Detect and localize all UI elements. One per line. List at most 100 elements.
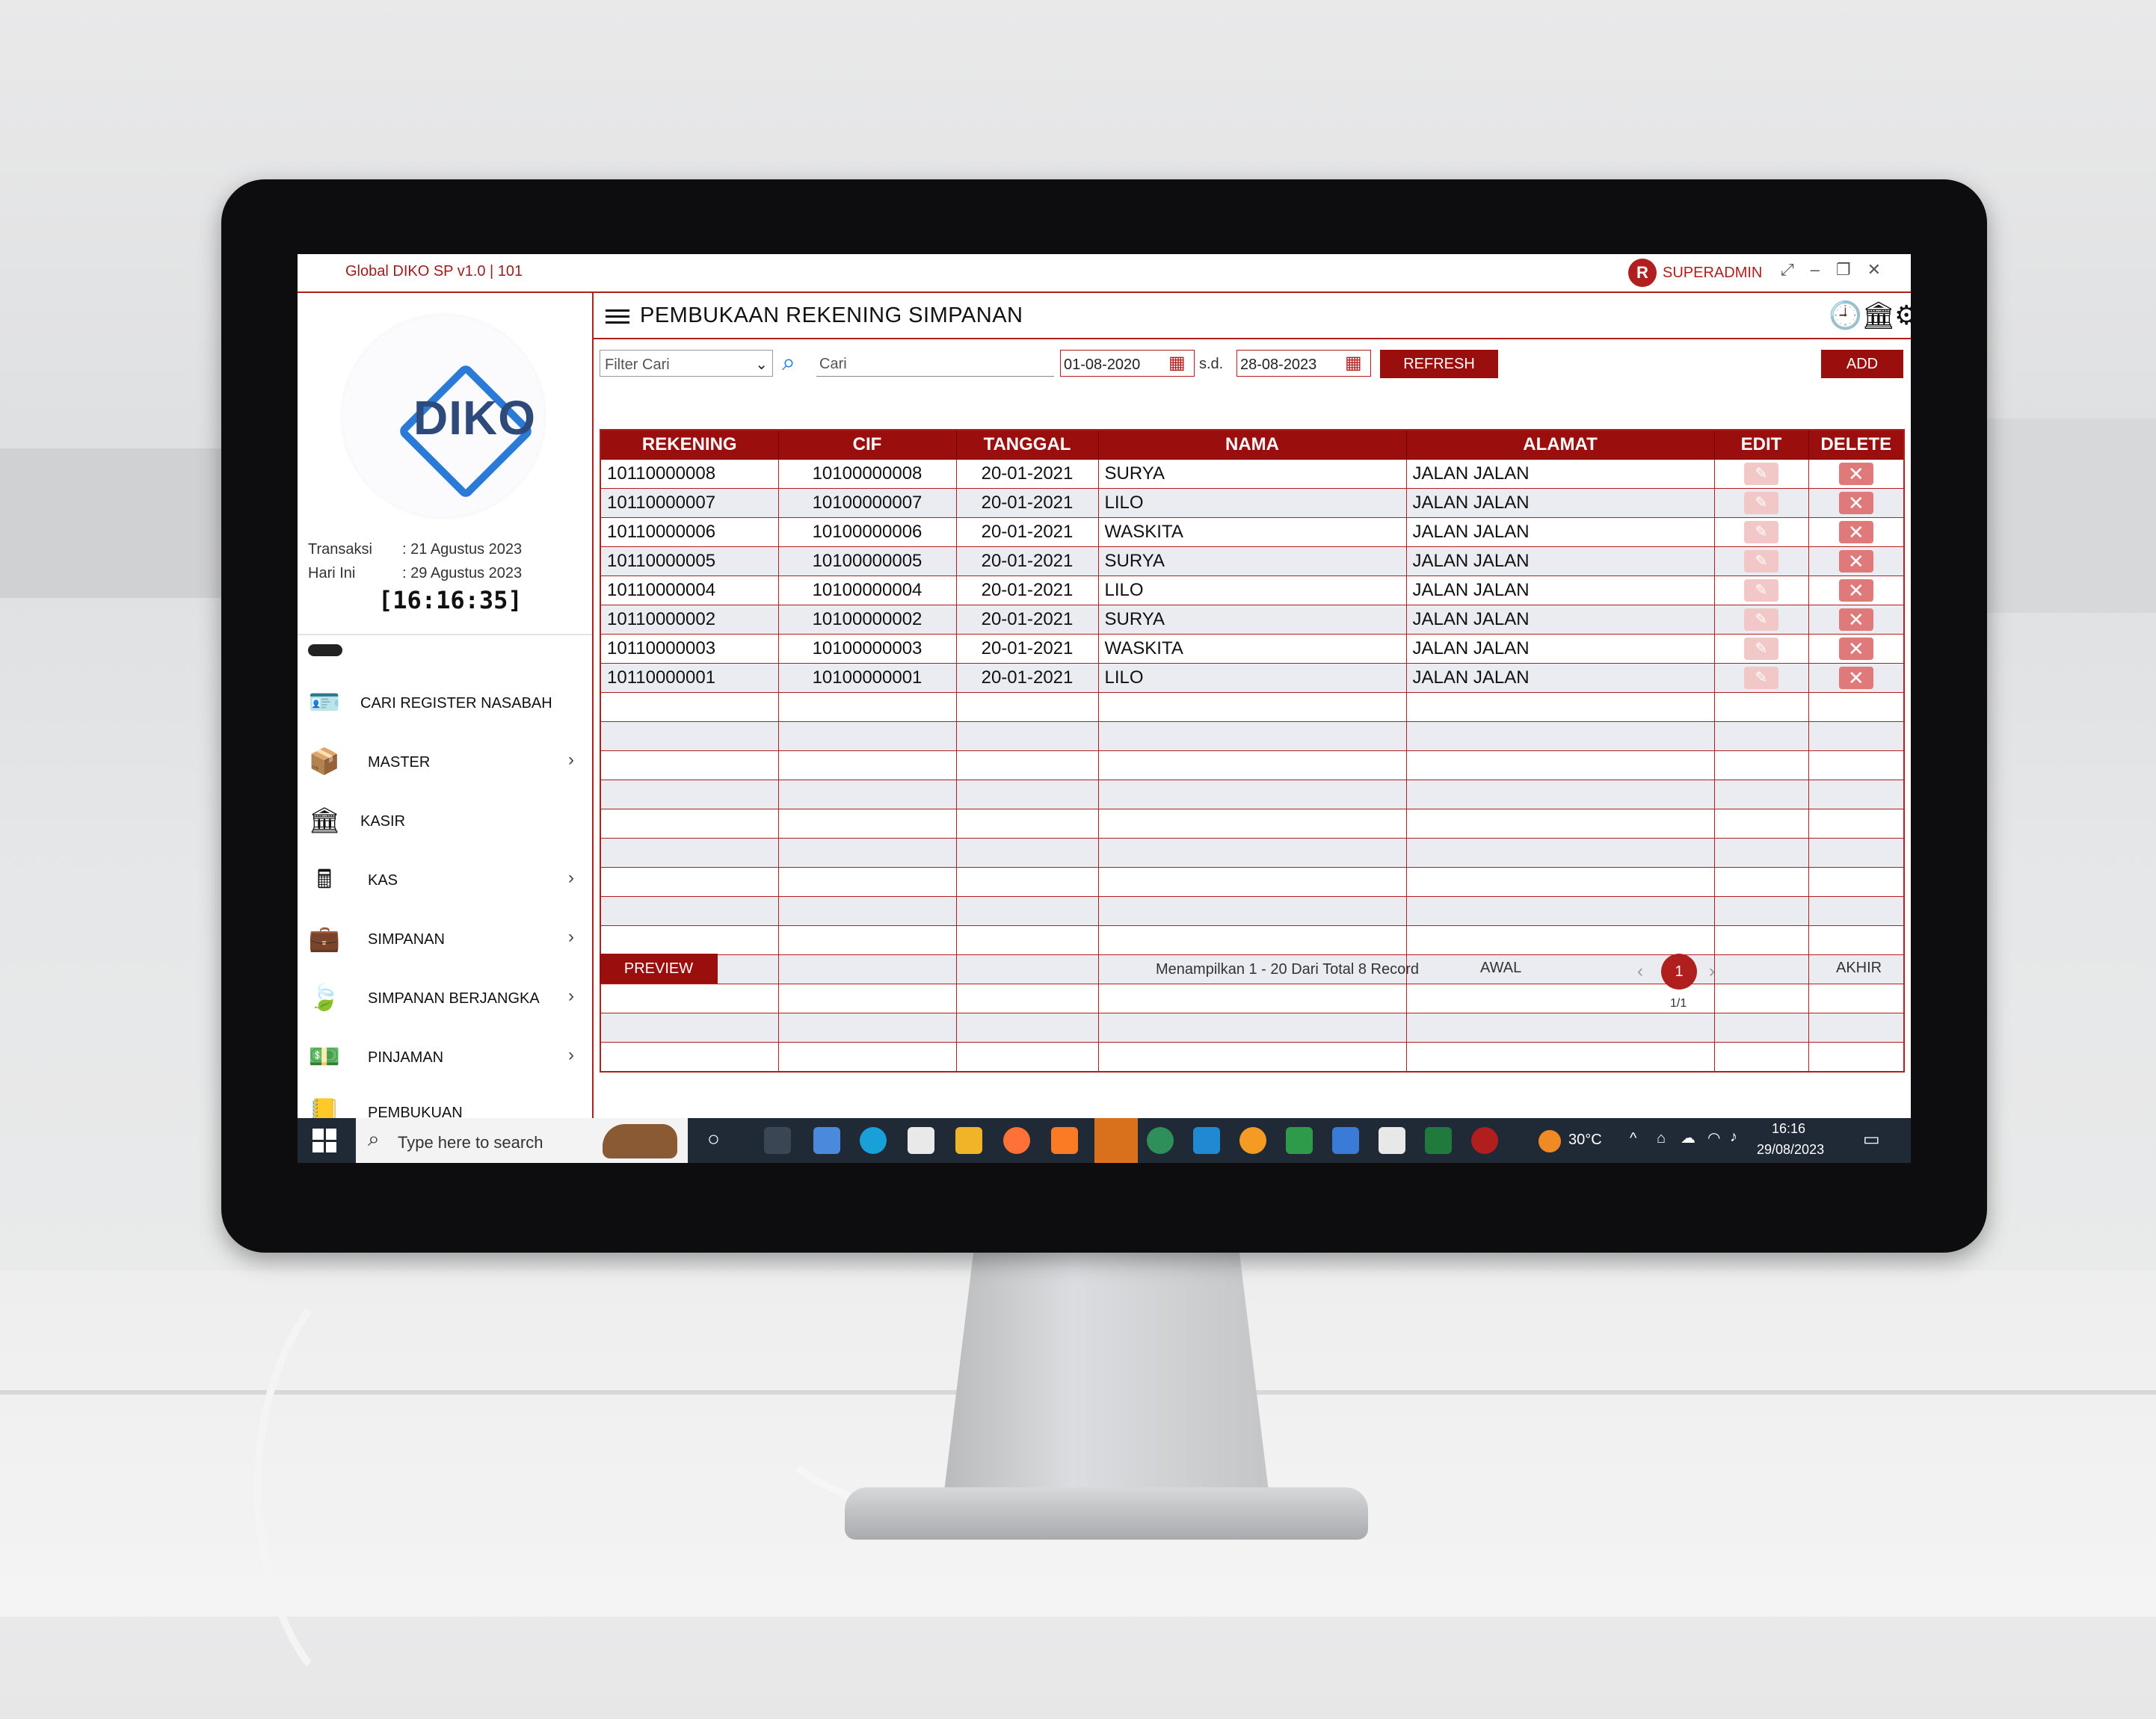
diko-app-icon[interactable]	[1471, 1127, 1498, 1154]
sidebar-item-kasir[interactable]: 🏛 KASIR	[298, 798, 592, 843]
table-row[interactable]: 10110000004 10100000004 20-01-2021 LILO JALA…	[600, 575, 1905, 605]
date-from-input[interactable]: 01-08-2020 ▦	[1060, 350, 1195, 377]
wifi-icon[interactable]: ◠	[1707, 1129, 1720, 1147]
excel-icon[interactable]	[1425, 1127, 1452, 1154]
delete-x-icon[interactable]: ✕	[1838, 608, 1873, 631]
edge-icon[interactable]	[860, 1127, 887, 1154]
fullscreen-icon[interactable]: ⤢	[1781, 260, 1794, 280]
xampp-icon[interactable]	[1051, 1127, 1078, 1154]
chevron-left-icon[interactable]: ‹	[1637, 961, 1643, 982]
delete-x-icon[interactable]: ✕	[1838, 521, 1873, 543]
edit-pencil-icon[interactable]: ✎	[1744, 667, 1778, 689]
column-header-nama[interactable]: NAMA	[1097, 429, 1407, 460]
table-row[interactable]: 10110000005 10100000005 20-01-2021 SURYA JAL…	[600, 546, 1905, 576]
task-view-icon[interactable]	[764, 1127, 791, 1154]
hs-app-icon[interactable]	[1147, 1127, 1174, 1154]
column-header-tanggal[interactable]: TANGGAL	[955, 429, 1099, 460]
edit-pencil-icon[interactable]: ✎	[1744, 608, 1778, 631]
bank-icon[interactable]: 🏛	[1861, 300, 1896, 330]
edit-pencil-icon[interactable]: ✎	[1744, 638, 1778, 660]
volume-icon[interactable]: ♪	[1730, 1129, 1737, 1146]
windows-start-icon[interactable]	[312, 1129, 336, 1152]
edit-pencil-icon[interactable]: ✎	[1744, 492, 1778, 514]
sidebar-item-simpanan[interactable]: 💼 SIMPANAN ›	[298, 916, 592, 961]
calendar-icon[interactable]: ▦	[1345, 354, 1364, 373]
app-icon[interactable]	[1286, 1127, 1313, 1154]
sidebar-item-master[interactable]: 📦 MASTER ›	[298, 739, 592, 784]
column-header-alamat[interactable]: ALAMAT	[1405, 429, 1715, 460]
delete-x-icon[interactable]: ✕	[1838, 579, 1873, 602]
notification-icon[interactable]: ▭	[1863, 1129, 1880, 1150]
window-titlebar: Global DIKO SP v1.0 | 101 R SUPERADMIN ⤢…	[298, 254, 1911, 293]
last-page-link[interactable]: AKHIR	[1836, 960, 1882, 977]
table-row[interactable]: 10110000006 10100000006 20-01-2021 WASKITA J…	[600, 517, 1905, 547]
restore-icon[interactable]: ❐	[1836, 260, 1851, 280]
vscode-icon[interactable]	[1193, 1127, 1220, 1154]
active-app-icon[interactable]	[1094, 1118, 1138, 1163]
gear-icon[interactable]: ⚙	[1894, 300, 1911, 330]
close-icon[interactable]: ✕	[1867, 260, 1881, 280]
empty-cell	[955, 721, 1099, 751]
table-row[interactable]: 10110000002 10100000002 20-01-2021 SURYA JAL…	[600, 605, 1905, 635]
refresh-button[interactable]: REFRESH	[1380, 350, 1498, 378]
filter-select[interactable]: Filter Cari ⌄	[600, 350, 773, 377]
date-to-input[interactable]: 28-08-2023 ▦	[1236, 350, 1371, 377]
column-header-rekening[interactable]: REKENING	[600, 429, 779, 460]
table-row[interactable]: 10110000003 10100000003 20-01-2021 WASKITA J…	[600, 634, 1905, 664]
app-icon[interactable]	[1332, 1127, 1359, 1154]
delete-x-icon[interactable]: ✕	[1838, 492, 1873, 514]
store-icon[interactable]	[813, 1127, 840, 1154]
delete-x-icon[interactable]: ✕	[1838, 463, 1873, 485]
taskbar-date[interactable]: 29/08/2023	[1757, 1142, 1824, 1158]
preview-button[interactable]: PREVIEW	[600, 954, 718, 984]
app-screen: Global DIKO SP v1.0 | 101 R SUPERADMIN ⤢…	[298, 254, 1911, 1163]
taskbar-search[interactable]: ⌕ Type here to search	[356, 1118, 688, 1163]
app-icon[interactable]	[1239, 1127, 1266, 1154]
taskbar-time[interactable]: 16:16	[1772, 1121, 1805, 1137]
add-button[interactable]: ADD	[1821, 350, 1903, 378]
cell-rekening: 10110000006	[600, 517, 779, 547]
cell-alamat: JALAN JALAN	[1405, 459, 1715, 489]
clock-icon[interactable]: 🕘	[1829, 300, 1862, 330]
delete-x-icon[interactable]: ✕	[1838, 638, 1873, 660]
table-row[interactable]: 10110000008 10100000008 20-01-2021 SURYA JAL…	[600, 459, 1905, 489]
sidebar-item-simpanan-berjangka[interactable]: 🍃 SIMPANAN BERJANGKA ›	[298, 975, 592, 1020]
sidebar-item-pinjaman[interactable]: 💵 PINJAMAN ›	[298, 1034, 592, 1079]
table-row[interactable]: 10110000001 10100000001 20-01-2021 LILO JALA…	[600, 663, 1905, 693]
table-row[interactable]: 10110000007 10100000007 20-01-2021 LILO JALA…	[600, 488, 1905, 518]
search-icon[interactable]: ⌕	[782, 348, 809, 375]
chevron-right-icon[interactable]: ›	[1709, 961, 1715, 982]
column-header-cif[interactable]: CIF	[777, 429, 957, 460]
edit-pencil-icon[interactable]: ✎	[1744, 579, 1778, 602]
search-input[interactable]: Cari	[816, 350, 1054, 377]
edit-pencil-icon[interactable]: ✎	[1744, 521, 1778, 543]
sidebar-item-kas[interactable]: 🖩 KAS ›	[298, 857, 592, 902]
sidebar-item-pembukuan[interactable]: 📒 PEMBUKUAN	[298, 1090, 592, 1118]
file-explorer-icon[interactable]	[955, 1127, 982, 1154]
delete-x-icon[interactable]: ✕	[1838, 667, 1873, 689]
delete-x-icon[interactable]: ✕	[1838, 550, 1873, 573]
meet-icon[interactable]: ⌂	[1657, 1130, 1666, 1147]
page-button-current[interactable]: 1	[1661, 954, 1697, 990]
first-page-link[interactable]: AWAL	[1480, 960, 1521, 977]
cell-cif: 10100000002	[777, 605, 957, 635]
weather-temperature[interactable]: 30°C	[1568, 1132, 1602, 1149]
cell-nama: WASKITA	[1097, 634, 1407, 664]
edit-pencil-icon[interactable]: ✎	[1744, 550, 1778, 573]
cortana-icon[interactable]: ○	[707, 1127, 720, 1151]
tray-chevron-up-icon[interactable]: ^	[1630, 1130, 1636, 1147]
firefox-icon[interactable]	[1003, 1127, 1030, 1154]
weather-icon[interactable]	[1539, 1130, 1561, 1152]
cell-tanggal: 20-01-2021	[955, 634, 1099, 664]
photos-icon[interactable]	[1379, 1127, 1405, 1154]
edit-pencil-icon[interactable]: ✎	[1744, 463, 1778, 485]
toggle-icon[interactable]	[308, 644, 342, 656]
cell-edit: ✎	[1713, 663, 1809, 693]
minimize-icon[interactable]: –	[1811, 260, 1820, 280]
user-badge[interactable]: R SUPERADMIN	[1628, 259, 1762, 287]
calendar-icon[interactable]: ▦	[1168, 354, 1188, 373]
hamburger-menu-icon[interactable]	[606, 309, 629, 324]
sidebar-item-cari-register-nasabah[interactable]: 🪪 CARI REGISTER NASABAH	[298, 680, 592, 725]
onedrive-icon[interactable]: ☁	[1681, 1129, 1695, 1147]
mail-icon[interactable]	[908, 1127, 934, 1154]
